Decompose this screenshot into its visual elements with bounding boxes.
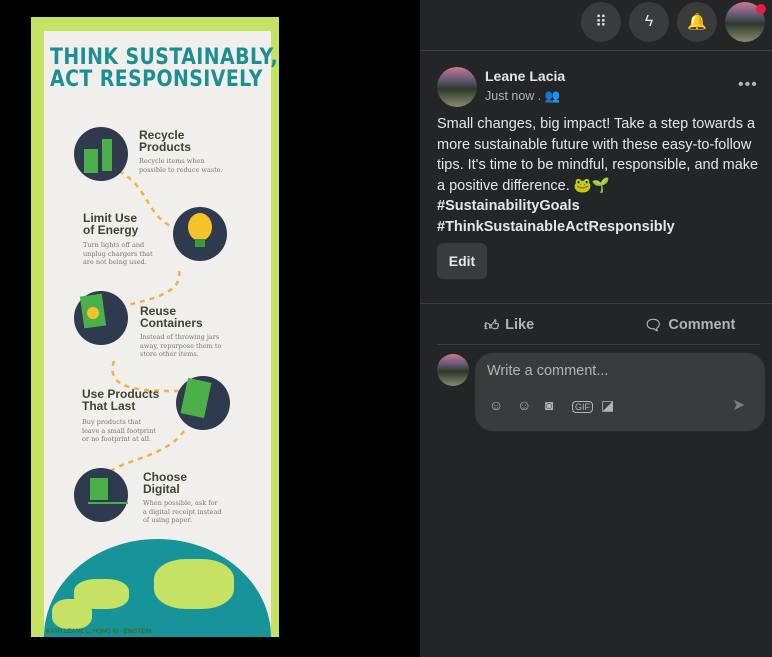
step-desc: Instead of throwing jars away, repurpose… [140,333,222,358]
messenger-icon[interactable]: ϟ [629,2,669,42]
sticker-icon[interactable]: ◪ [601,397,614,414]
poster-credit: KATH LEANE L. HONG XI - EINSTEIN [46,629,152,635]
notifications-bell-icon[interactable]: 🔔 [677,2,717,42]
bag-icon [176,376,230,430]
hashtag-link[interactable]: #ThinkSustainableActResponsibly [437,217,767,238]
post-time[interactable]: Just now . 👥 [485,89,560,104]
hashtag-link[interactable]: #SustainabilityGoals [437,196,767,217]
step-title: Limit Use of Energy [83,211,139,237]
step-desc: Turn lights off and unplug chargers that… [83,241,153,266]
comment-placeholder: Write a comment... [487,363,609,379]
commenter-avatar[interactable] [437,354,469,386]
post-panel: ⠿ ϟ 🔔 Leane Lacia Just now . 👥 ••• Small… [420,0,772,657]
divider [437,344,760,345]
author-avatar[interactable] [437,67,477,107]
gif-icon[interactable]: GIF [572,401,593,413]
step-desc: Buy products that leave a small footprin… [82,418,156,443]
like-button[interactable]: 👍︎ Like [484,314,534,336]
send-icon[interactable]: ➤ [732,395,745,415]
step-title: Recycle Products [139,128,192,154]
author-name[interactable]: Leane Lacia [485,68,565,84]
profile-avatar[interactable] [725,2,766,42]
comment-bubble-icon: 🗨︎ [644,317,663,334]
step-desc: Recycle items when possible to reduce wa… [139,157,223,174]
recycle-icon [74,127,128,181]
thumbs-up-icon: 👍︎ [484,318,500,334]
step-desc: When possible, ask for a digital receipt… [143,499,222,524]
divider [420,303,772,304]
container-icon [74,291,128,345]
comment-input[interactable]: Write a comment... ☺ ☺ ◙ GIF ◪ ➤ [475,353,765,431]
infographic-image: THINK SUSTAINABLY, ACT RESPONSIVELY Recyc… [31,17,279,637]
avatar-sticker-icon[interactable]: ☺ [489,397,503,413]
plug-icon [74,468,128,522]
step-title: Choose Digital [143,470,188,496]
lightbulb-icon [173,207,227,261]
edit-button[interactable]: Edit [437,243,487,279]
camera-icon[interactable]: ◙ [545,397,553,413]
step-title: Reuse Containers [140,304,203,330]
emoji-icon[interactable]: ☺ [517,397,531,413]
top-bar: ⠿ ϟ 🔔 [420,0,772,51]
notification-dot [756,4,766,14]
more-options-button[interactable]: ••• [738,76,758,94]
menu-grid-icon[interactable]: ⠿ [581,2,621,42]
post-text: Small changes, big impact! Take a step t… [437,114,767,237]
friends-icon: 👥 [544,89,561,103]
infographic-paper: THINK SUSTAINABLY, ACT RESPONSIVELY Recyc… [44,31,278,637]
comment-button[interactable]: 🗨︎ Comment [644,314,735,336]
step-title: Use Products That Last [82,387,160,413]
